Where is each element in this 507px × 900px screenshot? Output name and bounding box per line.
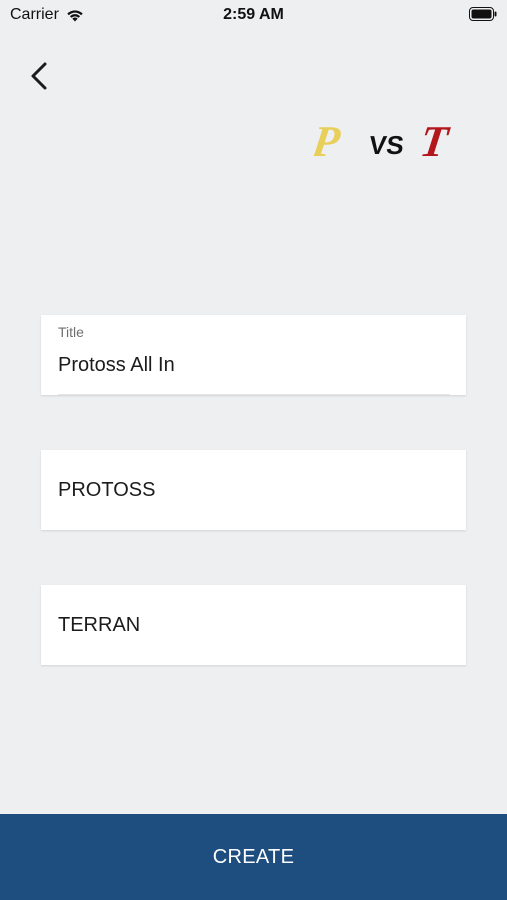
title-field-underline bbox=[58, 394, 450, 395]
race-two-value: TERRAN bbox=[58, 613, 141, 636]
title-input[interactable]: Protoss All In bbox=[58, 354, 175, 377]
logo-terran-letter: T bbox=[417, 118, 453, 166]
title-field-label: Title bbox=[58, 324, 84, 340]
battery-icon bbox=[469, 7, 497, 21]
logo-vs-text: VS bbox=[368, 130, 406, 160]
back-button[interactable] bbox=[22, 56, 56, 96]
logo-protoss-letter: P bbox=[314, 118, 344, 166]
title-field[interactable]: Title Protoss All In bbox=[41, 315, 466, 395]
create-button-label: CREATE bbox=[212, 845, 295, 868]
clock: 2:59 AM bbox=[223, 6, 284, 23]
back-chevron-icon bbox=[31, 62, 47, 90]
race-two-select[interactable]: TERRAN bbox=[41, 585, 466, 665]
status-bar: Carrier 2:59 AM bbox=[0, 0, 507, 30]
race-one-value: PROTOSS bbox=[58, 478, 156, 501]
create-button[interactable]: CREATE bbox=[0, 814, 507, 900]
matchup-logo: P VS T bbox=[314, 118, 453, 166]
race-one-select[interactable]: PROTOSS bbox=[41, 450, 466, 530]
